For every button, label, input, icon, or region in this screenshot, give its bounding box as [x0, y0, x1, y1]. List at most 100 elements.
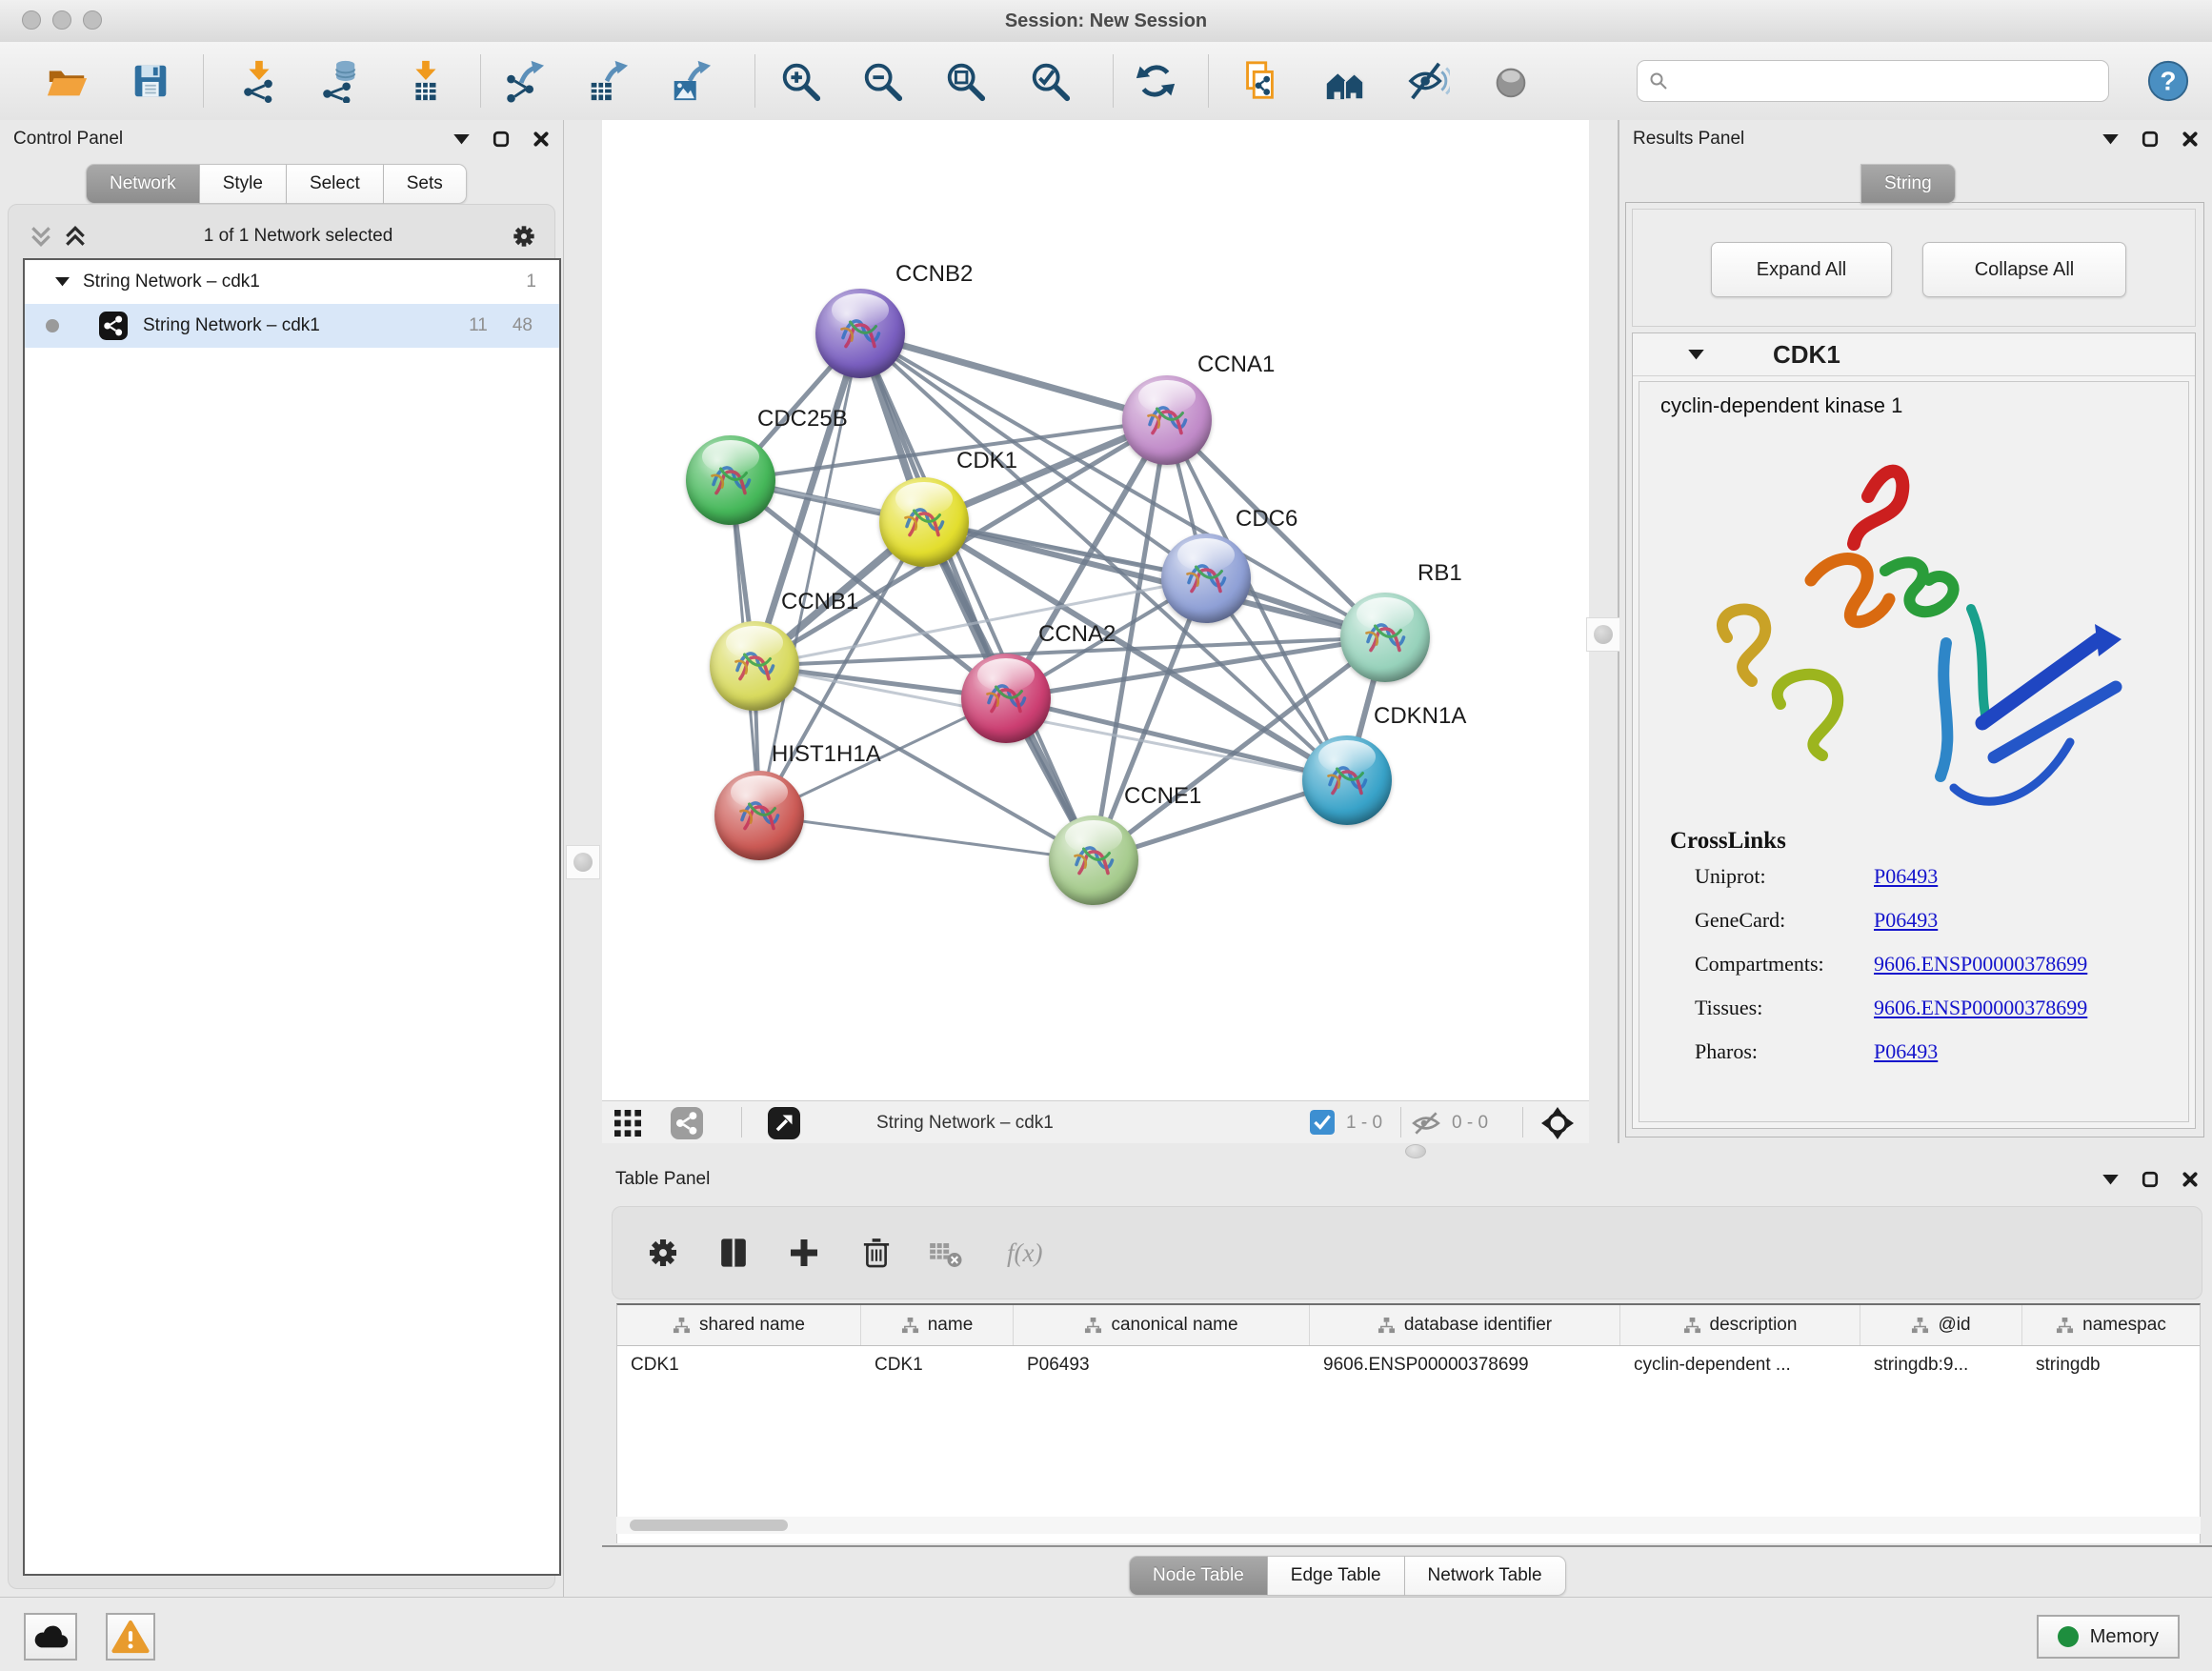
zoom-selected-button[interactable]	[1025, 56, 1075, 106]
tab-sets[interactable]: Sets	[384, 164, 467, 204]
center-view-crosshair-icon[interactable]	[1539, 1106, 1576, 1140]
export-image-button[interactable]	[665, 56, 714, 106]
network-selection-summary: 1 of 1 Network selected	[88, 226, 509, 247]
network-node-CCNE1[interactable]	[1049, 815, 1138, 905]
column-header[interactable]: namespac	[2022, 1305, 2200, 1345]
table-cell[interactable]: stringdb:9...	[1860, 1346, 2022, 1384]
help-button[interactable]	[2145, 56, 2191, 106]
column-header[interactable]: name	[861, 1305, 1014, 1345]
import-network-file-button[interactable]	[233, 56, 283, 106]
network-node-CDC25B[interactable]	[686, 435, 775, 525]
close-panel-icon[interactable]	[2182, 131, 2199, 148]
column-header[interactable]: @id	[1860, 1305, 2022, 1345]
zoom-in-button[interactable]	[775, 56, 825, 106]
search-input[interactable]	[1676, 70, 2097, 92]
table-cell[interactable]: CDK1	[617, 1346, 861, 1384]
expand-all-networks-icon[interactable]	[63, 225, 88, 248]
scrollbar-thumb[interactable]	[630, 1520, 788, 1531]
import-table-button[interactable]	[400, 56, 450, 106]
network-row-selected[interactable]: String Network – cdk1 11 48	[25, 304, 559, 348]
tab-network[interactable]: Network	[86, 164, 200, 204]
cloud-status-button[interactable]	[24, 1613, 77, 1661]
network-node-CDKN1A[interactable]	[1302, 735, 1392, 825]
section-collapse-caret-icon[interactable]	[1688, 350, 1704, 360]
collapse-all-button[interactable]: Collapse All	[1922, 242, 2126, 297]
close-panel-icon[interactable]	[533, 131, 550, 148]
expand-all-button[interactable]: Expand All	[1711, 242, 1892, 297]
network-node-CDK1[interactable]	[879, 477, 969, 567]
export-network-button[interactable]	[498, 56, 548, 106]
network-node-CCNA1[interactable]	[1122, 375, 1212, 465]
table-options-gear-icon[interactable]	[639, 1229, 687, 1277]
network-node-CCNB2[interactable]	[815, 289, 905, 378]
tab-style[interactable]: Style	[200, 164, 287, 204]
maximize-panel-icon[interactable]	[493, 131, 510, 148]
table-cell[interactable]: P06493	[1014, 1346, 1310, 1384]
vertical-splitter-left[interactable]	[564, 120, 602, 1597]
tab-network-table[interactable]: Network Table	[1405, 1556, 1566, 1596]
network-node-CCNA2[interactable]	[961, 654, 1051, 743]
float-panel-icon[interactable]	[453, 134, 470, 145]
tab-string[interactable]: String	[1860, 164, 1956, 204]
network-options-gear-icon[interactable]	[509, 221, 539, 252]
show-columns-icon[interactable]	[710, 1229, 757, 1277]
crosslink-value-link[interactable]: P06493	[1874, 908, 1938, 933]
collapse-all-networks-icon[interactable]	[29, 225, 53, 248]
network-node-RB1[interactable]	[1340, 593, 1430, 682]
table-horizontal-scrollbar[interactable]	[616, 1517, 2201, 1534]
crosslink-value-link[interactable]: 9606.ENSP00000378699	[1874, 952, 2087, 976]
close-panel-icon[interactable]	[2182, 1171, 2199, 1188]
horizontal-splitter[interactable]	[602, 1143, 2212, 1160]
zoom-fit-button[interactable]	[940, 56, 990, 106]
column-header[interactable]: description	[1620, 1305, 1860, 1345]
crosslink-value-link[interactable]: P06493	[1874, 1039, 1938, 1064]
hidden-eye-icon[interactable]	[1410, 1111, 1442, 1136]
splitter-collapse-handle[interactable]	[1586, 617, 1620, 652]
create-column-icon[interactable]	[780, 1229, 828, 1277]
network-node-CDC6[interactable]	[1161, 534, 1251, 623]
show-hide-graphics-button[interactable]	[1403, 56, 1453, 106]
warnings-button[interactable]	[106, 1613, 155, 1661]
float-panel-icon[interactable]	[2102, 134, 2119, 145]
splitter-handle[interactable]	[1405, 1144, 1426, 1158]
birds-eye-view-icon[interactable]	[766, 1105, 802, 1141]
crosslink-value-link[interactable]: 9606.ENSP00000378699	[1874, 996, 2087, 1020]
zoom-out-button[interactable]	[857, 56, 907, 106]
crosslink-value-link[interactable]: P06493	[1874, 864, 1938, 889]
column-header[interactable]: shared name	[617, 1305, 861, 1345]
delete-column-trash-icon[interactable]	[853, 1229, 900, 1277]
float-panel-icon[interactable]	[2102, 1175, 2119, 1185]
open-file-button[interactable]	[42, 56, 91, 106]
table-cell[interactable]: 9606.ENSP00000378699	[1310, 1346, 1620, 1384]
hosted-networks-button[interactable]	[1319, 56, 1369, 106]
network-node-HIST1H1A[interactable]	[714, 771, 804, 860]
clone-network-button[interactable]	[1235, 56, 1284, 106]
grid-view-icon[interactable]	[610, 1105, 646, 1141]
table-cell[interactable]: cyclin-dependent ...	[1620, 1346, 1860, 1384]
maximize-panel-icon[interactable]	[2142, 1171, 2159, 1188]
vertical-splitter-right[interactable]	[1589, 120, 1619, 1143]
export-table-button[interactable]	[582, 56, 632, 106]
tab-node-table[interactable]: Node Table	[1129, 1556, 1268, 1596]
table-row[interactable]: CDK1 CDK1 P06493 9606.ENSP00000378699 cy…	[617, 1346, 2200, 1384]
maximize-panel-icon[interactable]	[2142, 131, 2159, 148]
refresh-button[interactable]	[1131, 56, 1180, 106]
tab-edge-table[interactable]: Edge Table	[1268, 1556, 1405, 1596]
column-header[interactable]: database identifier	[1310, 1305, 1620, 1345]
network-collection-row[interactable]: String Network – cdk1 1	[25, 260, 559, 304]
table-cell[interactable]: CDK1	[861, 1346, 1014, 1384]
selected-checkbox-icon[interactable]	[1309, 1109, 1336, 1136]
import-network-database-button[interactable]	[313, 56, 363, 106]
highlight-button[interactable]	[1486, 56, 1536, 106]
save-session-button[interactable]	[126, 56, 175, 106]
tab-select[interactable]: Select	[287, 164, 384, 204]
collection-expand-caret-icon[interactable]	[55, 277, 70, 287]
network-canvas[interactable]: CCNB2CCNA1CDC25BCDK1CDC6RB1CCNB1CCNA2CDK…	[602, 120, 1589, 1100]
gene-section-header[interactable]: CDK1	[1633, 333, 2195, 376]
splitter-collapse-handle[interactable]	[566, 845, 600, 879]
table-cell[interactable]: stringdb	[2022, 1346, 2200, 1384]
network-badge-gray-icon[interactable]	[669, 1105, 705, 1141]
network-node-CCNB1[interactable]	[710, 621, 799, 711]
column-header[interactable]: canonical name	[1014, 1305, 1310, 1345]
memory-button[interactable]: Memory	[2037, 1615, 2180, 1659]
